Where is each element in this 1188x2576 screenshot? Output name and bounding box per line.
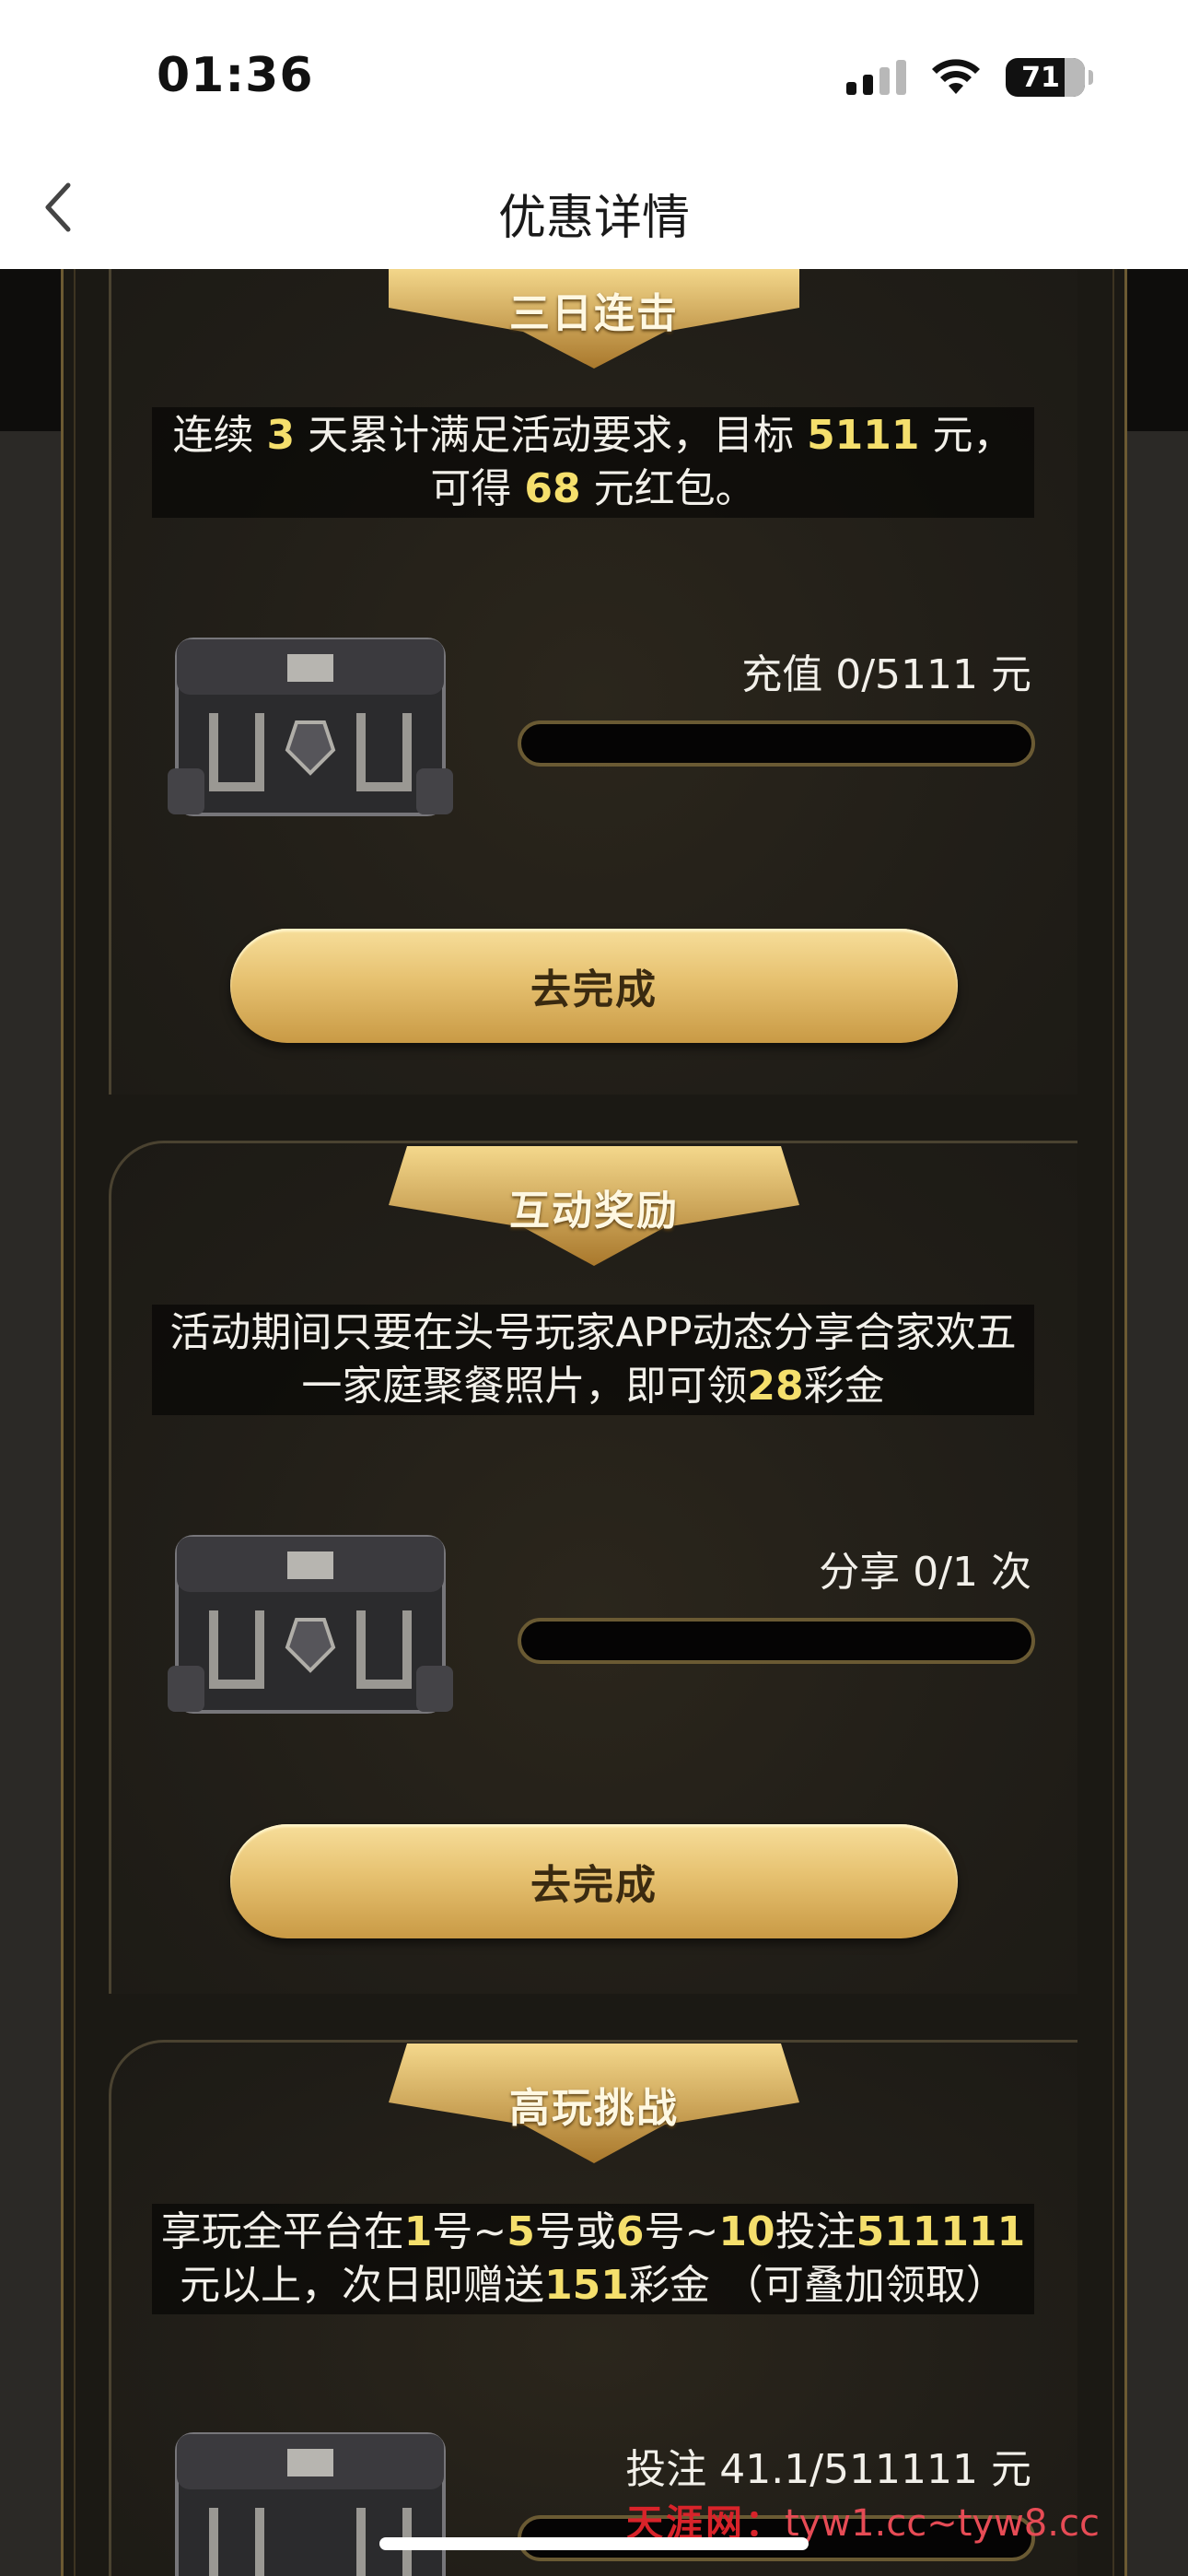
frame-line-left [74,269,76,2576]
progress-label: 充值 0/5111 元 [741,651,1031,698]
card-1-ribbon: 三日连击 [389,267,799,378]
battery-icon: 71 [1006,58,1093,97]
progress-bar [518,720,1035,767]
card-2-description: 活动期间只要在头号玩家APP动态分享合家欢五一家庭聚餐照片，即可领28彩金 [152,1305,1034,1415]
status-time: 01:36 [157,48,314,103]
description-text: 连续 [172,412,267,459]
description-text: 彩金 （可叠加领取） [628,2262,1007,2309]
wifi-icon [932,59,980,94]
card-3-ribbon: 高玩挑战 [389,2043,799,2163]
home-indicator[interactable] [379,2537,809,2550]
complete-task-button[interactable]: 去完成 [230,1824,958,1938]
description-text: 投注 [775,2208,856,2255]
highlight-value: 3 [266,412,296,459]
description-text: 号或 [534,2208,616,2255]
progress-label: 分享 0/1 次 [819,1549,1031,1596]
progress-bar [518,1618,1035,1664]
frame-line-right [1112,269,1114,2576]
description-text: 元以上，次日即赠送 [180,2262,545,2309]
watermark-url: tyw1.cc~tyw8.cc [785,2502,1100,2545]
treasure-chest-icon [175,2432,446,2576]
description-text: 享玩全平台在 [160,2208,404,2255]
progress-label: 投注 41.1/511111 元 [625,2446,1031,2493]
top-bar: 01:36 71 优惠详情 [0,0,1188,269]
highlight-value: 151 [544,2262,629,2309]
highlight-value: 5111 [807,412,920,459]
description-text: 号~ [432,2208,507,2255]
highlight-value: 28 [747,1363,804,1410]
card-1-description: 连续 3 天累计满足活动要求，目标 5111 元，可得 68 元红包。 [152,407,1034,518]
complete-task-button[interactable]: 去完成 [230,929,958,1043]
battery-level: 71 [1021,61,1060,94]
description-text: 号~ [644,2208,719,2255]
treasure-chest-icon [168,638,453,816]
treasure-chest-icon [168,1535,453,1714]
description-text: 天累计满足活动要求，目标 [295,412,808,459]
card-3-description: 享玩全平台在1号~5号或6号~10投注511111元以上，次日即赠送151彩金 … [152,2204,1034,2314]
status-icons: 71 [846,57,1093,98]
card-title: 三日连击 [509,290,679,337]
cellular-signal-icon [846,60,906,95]
card-title: 互动奖励 [509,1188,679,1235]
highlight-value: 5 [507,2208,535,2255]
card-2-ribbon: 互动奖励 [389,1146,799,1266]
highlight-value: 6 [615,2208,645,2255]
page-title: 优惠详情 [497,191,690,246]
description-text: 元红包。 [580,465,756,512]
highlight-value: 10 [718,2208,775,2255]
description-text: 彩金 [803,1363,885,1410]
description-text: 活动期间只要在头号玩家APP动态分享合家欢五一家庭聚餐照片，即可领 [169,1309,1017,1410]
highlight-value: 68 [524,465,581,512]
highlight-value: 1 [403,2208,433,2255]
card-title: 高玩挑战 [509,2085,679,2132]
highlight-value: 511111 [856,2208,1026,2255]
